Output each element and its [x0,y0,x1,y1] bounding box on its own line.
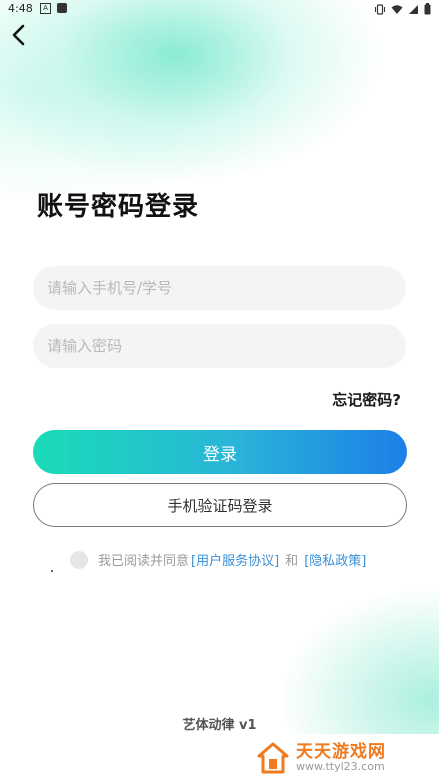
battery-icon [424,3,431,15]
status-time: 4:48 [8,2,33,15]
agreement-row: 我已阅读并同意 [用户服务协议] 和 [隐私政策] [70,550,368,569]
watermark: 天天游戏网 www.ttyl23.com [250,734,439,782]
user-agreement-link[interactable]: [用户服务协议] [191,550,279,569]
status-bar: 4:48 A [0,0,439,18]
signal-icon [409,4,418,14]
sms-login-button[interactable]: 手机验证码登录 [33,483,407,527]
vibrate-icon [375,3,385,15]
stray-dot [51,570,53,572]
page-title: 账号密码登录 [37,192,200,222]
agreement-and: 和 [285,554,299,569]
privacy-policy-link[interactable]: [隐私政策] [304,550,366,569]
password-input[interactable] [33,324,406,368]
status-notification-icons: A [40,3,67,14]
agreement-prefix: 我已阅读并同意 [98,554,190,569]
watermark-url: www.ttyl23.com [296,760,385,774]
phone-input[interactable] [33,266,406,310]
agreement-checkbox[interactable] [70,550,88,569]
app-notification-icon [57,3,67,13]
wifi-icon [391,4,403,14]
watermark-text: 天天游戏网 www.ttyl23.com [296,741,386,774]
house-logo-icon [257,742,289,774]
watermark-name: 天天游戏网 [296,741,386,762]
login-button[interactable]: 登录 [33,430,407,474]
forgot-password-link[interactable]: 忘记密码? [332,389,401,410]
back-button[interactable] [6,22,32,48]
a-notification-icon: A [40,3,51,14]
status-system-icons [374,3,431,15]
app-version: 艺体动律 v1 [182,718,257,733]
back-arrow-icon [12,24,25,46]
